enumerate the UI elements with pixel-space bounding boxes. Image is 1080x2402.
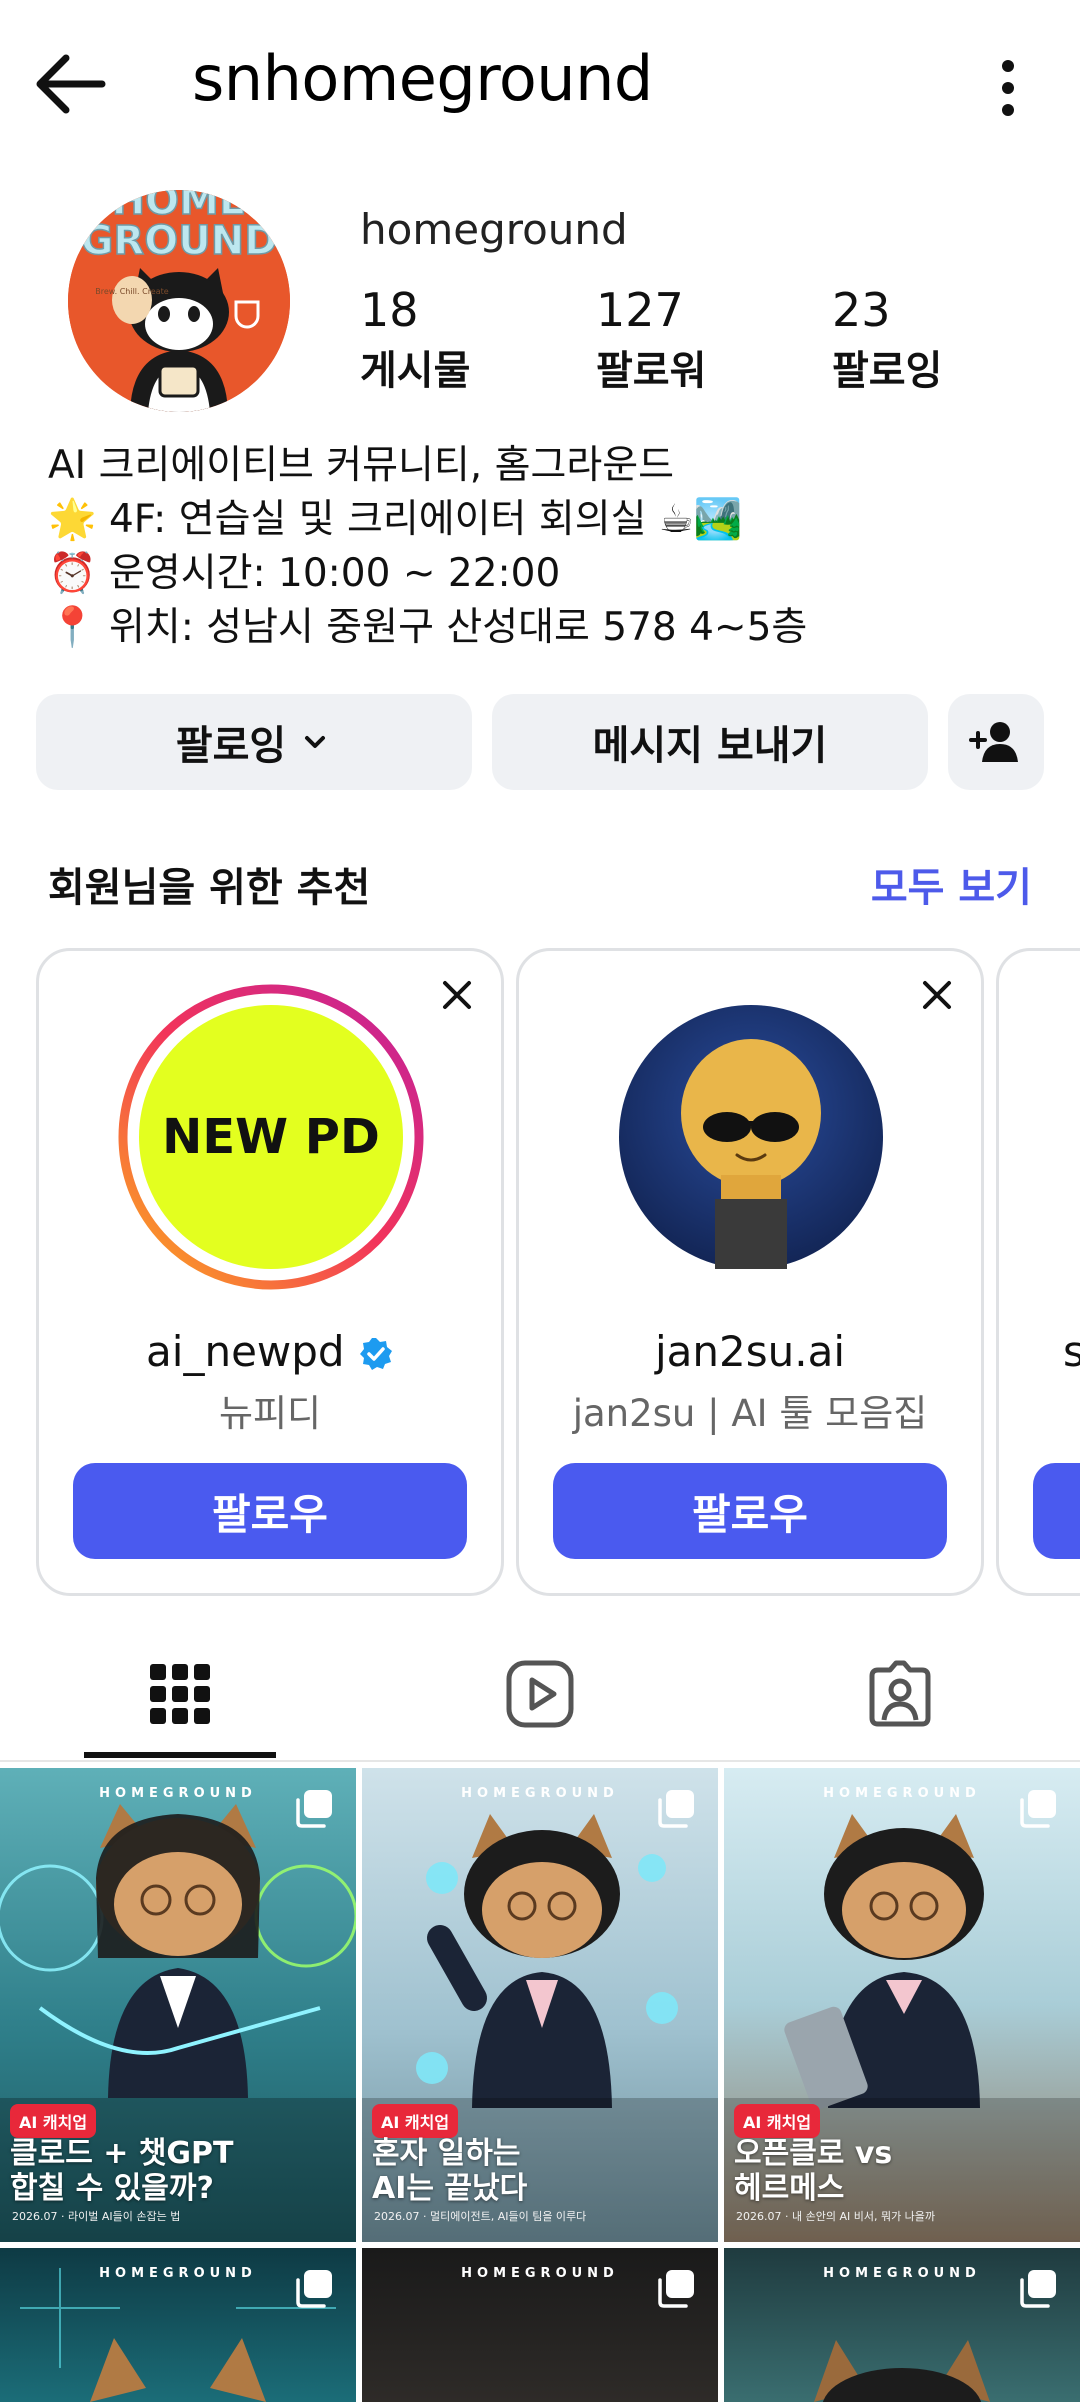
post-caption: 오픈클로 vs 헤르메스 (734, 2136, 892, 2206)
divider (0, 1760, 1080, 1762)
bio-line-1: AI 크리에이티브 커뮤니티, 홈그라운드 (48, 434, 674, 490)
bio-line-4: 📍 위치: 성남시 중원구 산성대로 578 4~5층 (48, 596, 807, 652)
grid-icon[interactable] (144, 1658, 216, 1730)
location-pin-icon: 📍 (48, 605, 97, 650)
follow-button[interactable] (1033, 1463, 1080, 1559)
avatar-label: NEW PD (162, 1109, 380, 1165)
following-count[interactable]: 23 (832, 283, 891, 337)
posts-count[interactable]: 18 (360, 283, 419, 337)
message-button-label: 메시지 보내기 (592, 723, 828, 769)
post-badge: AI 캐치업 (10, 2104, 97, 2138)
post-tile[interactable]: HOMEGROUND AI 캐치업 오픈클로 vs 헤르메스 2026.07 · … (724, 1768, 1080, 2242)
post-caption-line: 혼자 일하는 (372, 2136, 521, 2171)
star-icon: 🌟 (48, 497, 97, 542)
post-tile[interactable]: HOMEGROUND AI 캐치업 클로드 + 챗GPT 합칠 수 있을까? 20… (0, 1768, 356, 2242)
bio-text: 위치: 성남시 중원구 산성대로 578 4~5층 (108, 605, 808, 650)
carousel-icon (658, 2270, 694, 2308)
suggestion-avatar[interactable] (619, 1005, 883, 1269)
suggestion-card-partial[interactable]: s (996, 948, 1080, 1596)
post-caption: 클로드 + 챗GPT 합칠 수 있을까? (10, 2136, 234, 2206)
more-options-icon[interactable] (982, 52, 1034, 122)
post-caption-line: 합칠 수 있을까? (10, 2171, 214, 2206)
suggestion-name: s (1063, 1327, 1080, 1376)
see-all-link[interactable]: 모두 보기 (871, 855, 1032, 913)
post-caption: 혼자 일하는 AI는 끝났다 (372, 2136, 527, 2206)
chevron-down-icon (305, 736, 326, 748)
carousel-icon (296, 2270, 332, 2308)
top-bar: snhomeground (0, 0, 1080, 170)
alarm-clock-icon: ⏰ (48, 551, 97, 596)
suggestion-subtitle: jan2su | AI 툴 모음집 (572, 1392, 928, 1435)
post-caption-line: 클로드 + 챗GPT (10, 2136, 234, 2171)
profile-username: homeground (360, 205, 628, 254)
carousel-icon (658, 1790, 694, 1828)
verified-badge-icon (359, 1338, 392, 1370)
carousel-icon (1020, 2270, 1056, 2308)
follow-button[interactable]: 팔로우 (73, 1463, 467, 1559)
back-arrow-icon[interactable] (32, 50, 112, 120)
followers-count[interactable]: 127 (596, 283, 684, 337)
suggestion-card-ai-newpd[interactable]: NEW PD ai_newpd 뉴피디 팔로우 (36, 948, 504, 1596)
add-user-button[interactable] (948, 694, 1044, 790)
tagged-icon[interactable] (864, 1658, 936, 1730)
add-user-icon (969, 722, 1018, 762)
posts-label[interactable]: 게시물 (360, 338, 470, 396)
suggestion-name[interactable]: ai_newpd (39, 1327, 501, 1376)
carousel-icon (296, 1790, 332, 1828)
profile-avatar[interactable]: HOME GROUND Brew. Chill. Create (68, 190, 290, 412)
post-tile[interactable]: HOMEGROUND (724, 2248, 1080, 2402)
bio-text: 4F: 연습실 및 크리에이터 회의실 ☕🏞️ (108, 497, 743, 542)
bio-text: 운영시간: 10:00 ~ 22:00 (108, 551, 561, 596)
follow-button[interactable]: 팔로우 (553, 1463, 947, 1559)
avatar-text-bottom: GROUND (81, 218, 278, 264)
active-tab-indicator (84, 1752, 276, 1758)
post-caption-line: AI는 끝났다 (372, 2171, 528, 2206)
dismiss-icon[interactable] (915, 973, 959, 1017)
following-button-label: 팔로잉 (175, 723, 287, 769)
post-badge: AI 캐치업 (734, 2104, 821, 2138)
suggestion-card-jan2su[interactable]: jan2su.ai jan2su | AI 툴 모음집 팔로우 (516, 948, 984, 1596)
suggestion-subtitle: 뉴피디 (218, 1392, 322, 1435)
post-subcaption: 2026.07 · 라이벌 AI들이 손잡는 법 (12, 2210, 181, 2223)
post-tile[interactable]: HOMEGROUND (362, 2248, 718, 2402)
post-tile[interactable]: HOMEGROUND AI 캐치업 혼자 일하는 AI는 끝났다 2026.07 … (362, 1768, 718, 2242)
avatar-cup-text: Brew. Chill. Create (95, 287, 168, 296)
post-tile[interactable]: HOMEGROUND (0, 2248, 356, 2402)
post-caption-line: 오픈클로 vs (734, 2136, 893, 2171)
bio-line-2: 🌟 4F: 연습실 및 크리에이터 회의실 ☕🏞️ (48, 488, 742, 544)
carousel-icon (1020, 1790, 1056, 1828)
suggestion-name-text: ai_newpd (146, 1327, 345, 1376)
message-button[interactable]: 메시지 보내기 (492, 694, 928, 790)
suggestion-avatar[interactable]: NEW PD (117, 983, 425, 1291)
following-button[interactable]: 팔로잉 (36, 694, 472, 790)
dismiss-icon[interactable] (435, 973, 479, 1017)
bio-text: AI 크리에이티브 커뮤니티, 홈그라운드 (48, 443, 674, 488)
post-subcaption: 2026.07 · 내 손안의 AI 비서, 뭐가 나을까 (736, 2210, 936, 2223)
post-badge: AI 캐치업 (372, 2104, 459, 2138)
suggestions-title: 회원님을 위한 추천 (48, 865, 371, 911)
profile-tabs (0, 1620, 1080, 1760)
post-caption-line: 헤르메스 (734, 2171, 845, 2206)
post-subcaption: 2026.07 · 멀티에이전트, AI들이 팀을 이루다 (374, 2210, 587, 2223)
reels-icon[interactable] (504, 1658, 576, 1730)
followers-label[interactable]: 팔로워 (596, 338, 706, 396)
suggestion-name[interactable]: jan2su.ai (519, 1327, 981, 1376)
bio-line-3: ⏰ 운영시간: 10:00 ~ 22:00 (48, 542, 560, 598)
page-title: snhomeground (192, 42, 653, 115)
following-label[interactable]: 팔로잉 (832, 338, 942, 396)
